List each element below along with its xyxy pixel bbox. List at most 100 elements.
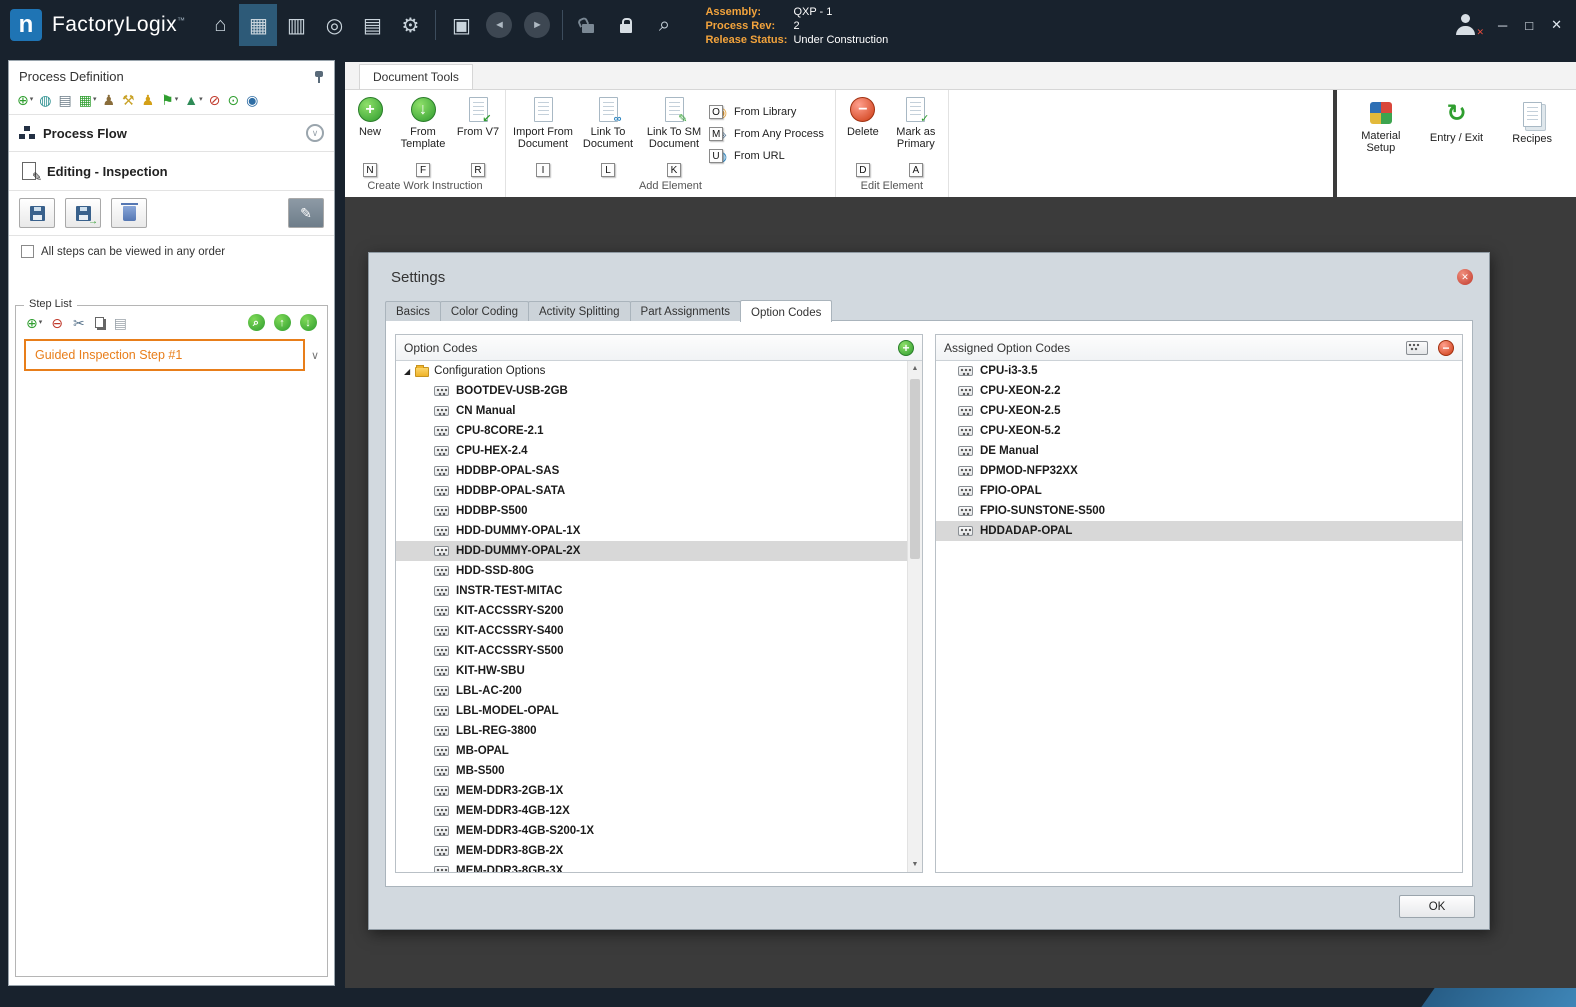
edit-step-button[interactable]: ✎ [288,198,324,228]
copy-step-icon[interactable] [95,317,105,328]
tree-view-icon[interactable]: ▲▾ [184,92,202,108]
minimize-button[interactable]: ─ [1498,18,1507,33]
option-code-item[interactable]: MEM-DDR3-4GB-12X [396,801,907,821]
paste-step-icon[interactable]: ▤ [114,315,128,331]
option-code-item[interactable]: MEM-DDR3-4GB-S200-1X [396,821,907,841]
option-code-item[interactable]: MEM-DDR3-8GB-3X [396,861,907,872]
option-code-item[interactable]: BOOTDEV-USB-2GB [396,381,907,401]
team-icon[interactable]: ♟ [102,92,116,108]
new-button[interactable]: + New N [348,95,392,179]
link-to-document-button[interactable]: ∞ Link To Document L [577,95,639,179]
user-account-icon[interactable]: ✕ [1454,14,1480,36]
mark-as-primary-button[interactable]: ✓ Mark as Primary A [887,95,945,179]
option-code-item[interactable]: HDD-DUMMY-OPAL-2X [396,541,907,561]
home-icon[interactable]: ⌂ [201,4,239,46]
tracking-icon[interactable]: ◎ [315,4,353,46]
maximize-button[interactable]: □ [1525,18,1533,33]
option-code-item[interactable]: CPU-HEX-2.4 [396,441,907,461]
tab-activity-splitting[interactable]: Activity Splitting [528,301,631,321]
option-code-item[interactable]: CPU-8CORE-2.1 [396,421,907,441]
print-icon[interactable]: ▤ [58,92,72,108]
tab-basics[interactable]: Basics [385,301,441,321]
move-step-up-icon[interactable]: ↑ [274,314,291,331]
assigned-option-code-item[interactable]: FPIO-SUNSTONE-S500 [936,501,1462,521]
info-icon[interactable]: ◉ [246,92,259,108]
option-code-item[interactable]: MB-OPAL [396,741,907,761]
process-flow-item[interactable]: Process Flow ∨ [9,114,334,152]
material-setup-button[interactable]: Material Setup [1347,102,1415,197]
assigned-option-code-item[interactable]: DPMOD-NFP32XX [936,461,1462,481]
save-step-button[interactable] [19,198,55,228]
option-code-item[interactable]: MB-S500 [396,761,907,781]
remove-step-icon[interactable]: ⊖ [51,315,64,331]
option-code-item[interactable]: CN Manual [396,401,907,421]
ok-button[interactable]: OK [1399,895,1475,918]
assigned-option-code-item[interactable]: CPU-i3-3.5 [936,361,1462,381]
option-code-item[interactable]: MEM-DDR3-2GB-1X [396,781,907,801]
option-code-item[interactable]: HDD-SSD-80G [396,561,907,581]
assigned-option-code-item[interactable]: CPU-XEON-2.2 [936,381,1462,401]
assigned-option-code-item[interactable]: HDDADAP-OPAL [936,521,1462,541]
tab-option-codes[interactable]: Option Codes [740,300,832,322]
lock-icon[interactable] [607,4,645,46]
pin-icon[interactable] [314,70,324,84]
keyboard-icon[interactable] [1406,341,1428,355]
option-code-item[interactable]: MEM-DDR3-8GB-2X [396,841,907,861]
tab-part-assignments[interactable]: Part Assignments [630,301,741,321]
option-code-item[interactable]: LBL-MODEL-OPAL [396,701,907,721]
delete-element-button[interactable]: − Delete D [839,95,887,179]
disable-icon[interactable]: ⊘ [209,92,222,108]
unlock-icon[interactable] [569,4,607,46]
step-expand-icon[interactable]: ∨ [311,349,319,362]
approvals-icon[interactable]: ⚑▾ [161,92,178,108]
option-code-item[interactable]: LBL-REG-3800 [396,721,907,741]
import-from-document-button[interactable]: Import From Document I [509,95,577,179]
add-step-icon[interactable]: ⊕▾ [26,315,42,331]
export-step-button[interactable]: → [65,198,101,228]
expander-icon[interactable]: ◢ [404,367,410,376]
option-code-item[interactable]: KIT-ACCSSRY-S500 [396,641,907,661]
from-any-process-button[interactable]: M ◈ From Any Process [709,123,832,145]
link-to-sm-document-button[interactable]: ✎ Link To SM Document K [639,95,709,179]
production-icon[interactable]: ▥ [277,4,315,46]
scrollbar-thumb[interactable] [910,379,920,559]
from-template-button[interactable]: ↓ From Template F [392,95,454,179]
option-code-item[interactable]: HDDBP-S500 [396,501,907,521]
save-icon[interactable]: ▣ [442,4,480,46]
assigned-option-code-item[interactable]: FPIO-OPAL [936,481,1462,501]
tools-icon[interactable]: ⚒ [122,92,136,108]
back-icon[interactable]: ◄ [480,4,518,46]
assigned-option-code-item[interactable]: CPU-XEON-5.2 [936,421,1462,441]
option-code-item[interactable]: LBL-AC-200 [396,681,907,701]
org-chart-icon[interactable]: ▦▾ [79,92,97,108]
option-code-item[interactable]: HDDBP-OPAL-SATA [396,481,907,501]
add-process-icon[interactable]: ⊕▾ [17,92,33,108]
scroll-up-icon[interactable]: ▲ [908,361,922,376]
from-library-button[interactable]: O ◉ From Library [709,101,832,123]
close-button[interactable]: ✕ [1551,17,1562,33]
tab-color-coding[interactable]: Color Coding [440,301,529,321]
find-step-icon[interactable]: ⌕ [248,314,265,331]
from-v7-button[interactable]: ↙ From V7 R [454,95,502,179]
assigned-option-code-item[interactable]: DE Manual [936,441,1462,461]
entry-exit-button[interactable]: ↻ Entry / Exit [1423,102,1491,197]
recipes-button[interactable]: Recipes [1498,102,1566,197]
work-instructions-icon[interactable]: ▦ [239,4,277,46]
reports-icon[interactable]: ▤ [353,4,391,46]
assigned-option-code-item[interactable]: CPU-XEON-2.5 [936,401,1462,421]
option-code-item[interactable]: INSTR-TEST-MITAC [396,581,907,601]
option-codes-scrollbar[interactable]: ▲ ▼ [907,361,922,872]
scroll-down-icon[interactable]: ▼ [908,857,922,872]
option-code-item[interactable]: KIT-ACCSSRY-S200 [396,601,907,621]
settings-gear-icon[interactable]: ⚙ [391,4,429,46]
option-code-item[interactable]: HDD-DUMMY-OPAL-1X [396,521,907,541]
globe-icon[interactable]: ◍ [39,92,52,108]
collapse-button[interactable]: ∨ [306,124,324,142]
tree-root-configuration-options[interactable]: ◢ Configuration Options [396,361,907,381]
add-option-code-button[interactable]: + [898,340,914,356]
any-order-checkbox-row[interactable]: All steps can be viewed in any order [9,236,334,267]
step-item-guided-inspection[interactable]: Guided Inspection Step #1 [24,339,305,371]
option-code-item[interactable]: HDDBP-OPAL-SAS [396,461,907,481]
option-code-item[interactable]: KIT-HW-SBU [396,661,907,681]
any-order-checkbox[interactable] [21,245,34,258]
